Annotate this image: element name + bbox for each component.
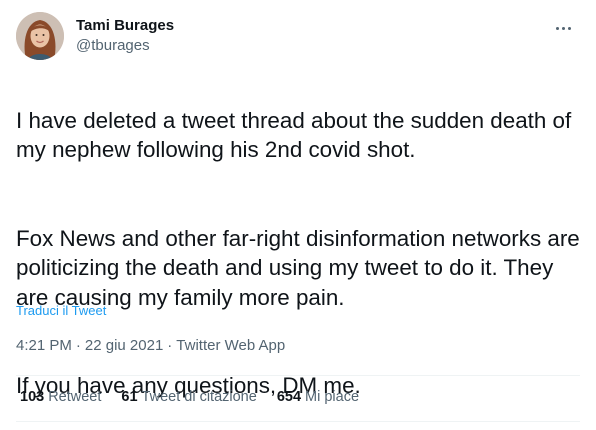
likes-label: Mi piace [305,389,360,405]
tweet-source[interactable]: Twitter Web App [176,337,285,354]
quote-tweets-count: 61 [121,389,138,405]
display-name[interactable]: Tami Burages [76,16,174,36]
tweet-header: Tami Burages @tburages [16,12,580,60]
separator: · [75,337,81,354]
retweets-count: 103 [20,389,45,405]
user-info: Tami Burages @tburages [76,16,174,56]
retweets-stat[interactable]: 103 Retweet [20,389,101,405]
tweet-paragraph: I have deleted a tweet thread about the … [16,107,572,163]
retweets-label: Retweet [48,389,102,405]
tweet-date[interactable]: 22 giu 2021 [85,337,163,354]
avatar-image [16,12,64,60]
likes-count: 654 [276,389,302,405]
avatar[interactable] [16,12,64,60]
tweet-paragraph: Fox News and other far-right disinformat… [16,225,580,310]
tweet-time[interactable]: 4:21 PM [16,337,72,354]
quote-tweets-label: Tweet di citazione [141,389,257,405]
translate-tweet-link[interactable]: Traduci il Tweet [16,303,106,318]
more-options-button[interactable] [546,14,580,42]
tweet-card: Tami Burages @tburages I have deleted a … [0,0,596,422]
more-horizontal-icon [555,26,559,30]
likes-stat[interactable]: 654 Mi piace [277,389,359,405]
tweet-text: I have deleted a tweet thread about the … [16,76,582,430]
engagement-stats: 103 Retweet 61 Tweet di citazione 654 Mi pi… [20,389,379,405]
quote-tweets-stat[interactable]: 61 Tweet di citazione [121,389,256,405]
tweet-metadata: 4:21 PM · 22 giu 2021 · Twitter Web App [16,337,285,354]
divider [16,375,580,376]
separator: · [167,337,173,354]
user-handle[interactable]: @tburages [76,36,174,56]
